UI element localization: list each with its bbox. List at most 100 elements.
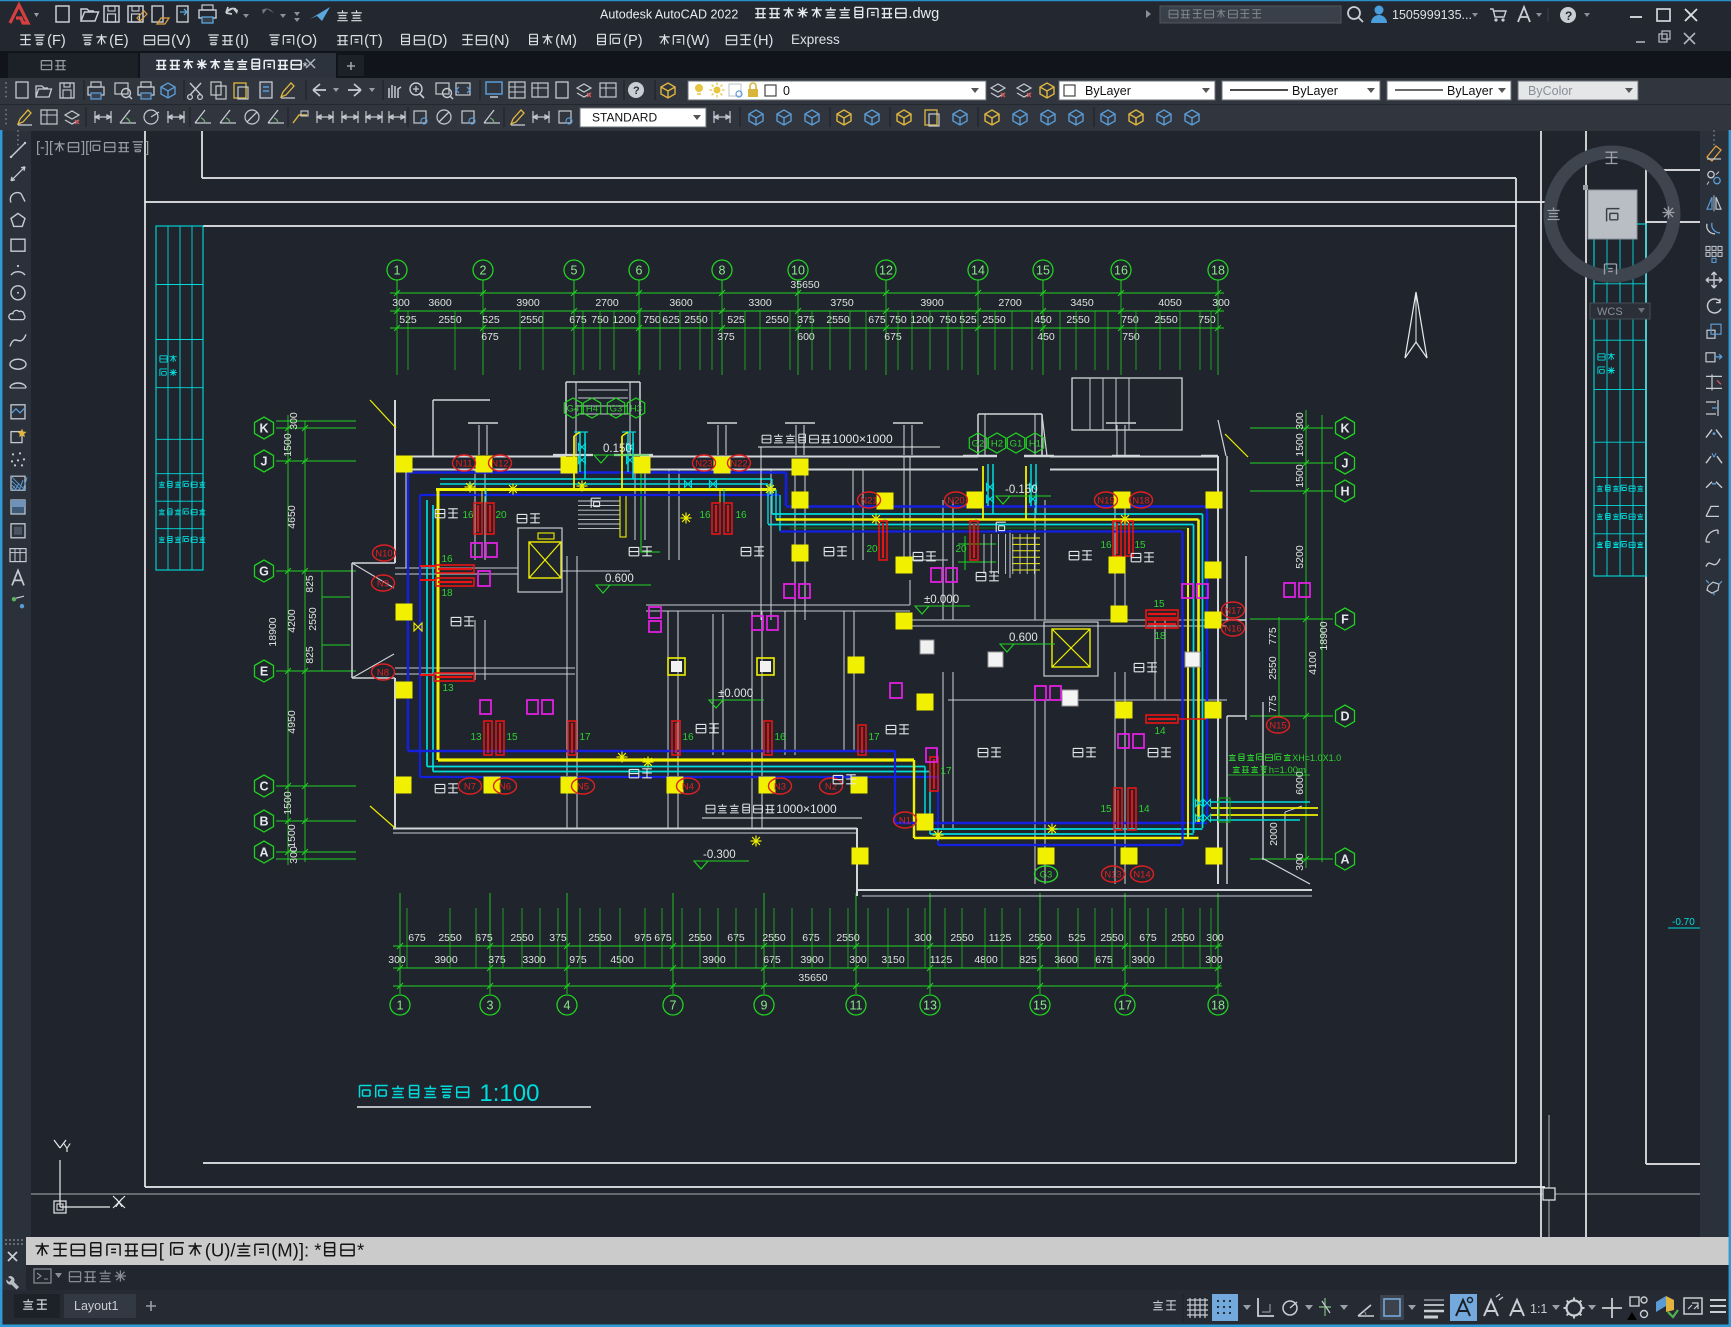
svg-text:1505999135...: 1505999135... — [1392, 8, 1472, 22]
svg-text:(P): (P) — [623, 33, 642, 49]
svg-text:D: D — [1340, 710, 1349, 724]
svg-text:300: 300 — [1294, 853, 1306, 871]
svg-text:K: K — [259, 422, 268, 436]
svg-text:(I): (I) — [235, 33, 249, 49]
svg-text:3600: 3600 — [428, 297, 452, 309]
svg-text:(O): (O) — [296, 33, 317, 49]
svg-text:N22: N22 — [730, 458, 747, 469]
svg-text:(H): (H) — [753, 33, 773, 49]
svg-text:525: 525 — [1068, 932, 1086, 944]
svg-text:375: 375 — [717, 331, 735, 343]
svg-text:825: 825 — [1019, 954, 1037, 966]
svg-text:14: 14 — [971, 264, 985, 278]
svg-text:300: 300 — [914, 932, 932, 944]
svg-text:16: 16 — [774, 732, 786, 743]
svg-text:975: 975 — [634, 932, 652, 944]
svg-text:1500: 1500 — [282, 791, 294, 815]
svg-text:[: [ — [159, 1239, 164, 1260]
svg-text:±0.000: ±0.000 — [924, 594, 959, 606]
svg-text:h=1.00m: h=1.00m — [1269, 765, 1306, 776]
svg-text:N5: N5 — [577, 781, 589, 792]
svg-text:9: 9 — [761, 999, 768, 1013]
svg-text:Autodesk AutoCAD 2022: Autodesk AutoCAD 2022 — [600, 8, 738, 22]
svg-text:N17: N17 — [1224, 605, 1241, 616]
svg-text:2700: 2700 — [998, 297, 1022, 309]
svg-text:N1: N1 — [899, 815, 911, 826]
svg-text:7: 7 — [670, 999, 677, 1013]
svg-text:(M): (M) — [555, 33, 577, 49]
svg-text:H1: H1 — [1029, 439, 1041, 450]
svg-text:Express: Express — [791, 32, 840, 47]
svg-text:G1: G1 — [1010, 439, 1023, 450]
svg-text:*: * — [357, 1239, 364, 1260]
svg-text:1500: 1500 — [282, 433, 294, 457]
svg-text:300: 300 — [1206, 932, 1224, 944]
svg-text:4100: 4100 — [1307, 651, 1319, 675]
svg-text:[-][: [-][ — [36, 140, 53, 156]
svg-text:750: 750 — [1198, 314, 1216, 326]
svg-text:][: ][ — [81, 140, 89, 156]
svg-text:450: 450 — [1034, 314, 1052, 326]
svg-text:4050: 4050 — [1158, 297, 1182, 309]
svg-text:1500: 1500 — [286, 824, 298, 848]
svg-text:N14: N14 — [1133, 869, 1150, 880]
svg-text:1:100: 1:100 — [479, 1080, 539, 1107]
svg-text:4800: 4800 — [974, 954, 998, 966]
svg-text:750: 750 — [643, 314, 661, 326]
svg-text:3600: 3600 — [669, 297, 693, 309]
svg-text:G3: G3 — [1040, 869, 1053, 880]
svg-text:8: 8 — [719, 264, 726, 278]
svg-text:N21: N21 — [860, 495, 877, 506]
svg-text:20: 20 — [495, 510, 507, 521]
svg-text:18900: 18900 — [1318, 621, 1330, 650]
svg-text:975: 975 — [569, 954, 587, 966]
svg-text:1000×1000: 1000×1000 — [776, 802, 837, 816]
svg-text:17: 17 — [940, 766, 952, 777]
svg-text:35650: 35650 — [790, 279, 819, 291]
svg-text:14: 14 — [1154, 726, 1166, 737]
svg-text:1: 1 — [397, 999, 404, 1013]
svg-text:2550: 2550 — [982, 314, 1006, 326]
svg-text:(M)]: *: (M)]: * — [271, 1239, 321, 1260]
svg-text:4650: 4650 — [286, 505, 298, 529]
svg-text:N6: N6 — [499, 781, 511, 792]
svg-text:J: J — [261, 455, 268, 469]
svg-text:G: G — [259, 565, 269, 579]
svg-text:525: 525 — [727, 314, 745, 326]
svg-text:ByLayer: ByLayer — [1292, 84, 1338, 98]
svg-text:Y: Y — [63, 1141, 71, 1155]
svg-text:2550: 2550 — [438, 314, 462, 326]
svg-text:2550: 2550 — [1267, 656, 1279, 680]
svg-text:(T): (T) — [364, 33, 383, 49]
svg-text:-0.150: -0.150 — [1005, 484, 1038, 496]
svg-text:.dwg: .dwg — [908, 6, 939, 22]
svg-text:18: 18 — [441, 588, 453, 599]
svg-text:18: 18 — [1211, 999, 1225, 1013]
svg-text:3900: 3900 — [1131, 954, 1155, 966]
svg-text:675: 675 — [884, 331, 902, 343]
svg-text:(U)/: (U)/ — [205, 1239, 237, 1260]
svg-text:ByLayer: ByLayer — [1447, 84, 1493, 98]
svg-text:2550: 2550 — [1154, 314, 1178, 326]
svg-text:15: 15 — [506, 732, 518, 743]
svg-text:N10: N10 — [375, 548, 392, 559]
svg-text:300: 300 — [288, 412, 300, 430]
svg-text:16: 16 — [699, 510, 711, 521]
svg-text:A: A — [259, 846, 268, 860]
svg-text:STANDARD: STANDARD — [592, 111, 657, 125]
svg-text:2000: 2000 — [1268, 822, 1280, 846]
svg-text:N11: N11 — [456, 458, 473, 469]
svg-text:5200: 5200 — [1294, 545, 1306, 569]
svg-text:1125: 1125 — [989, 932, 1012, 944]
svg-text:20: 20 — [866, 544, 878, 555]
svg-text:0.600: 0.600 — [1009, 632, 1038, 644]
svg-text:3150: 3150 — [881, 954, 905, 966]
svg-text:J: J — [1342, 457, 1349, 471]
svg-text:E: E — [260, 665, 268, 679]
svg-text:13: 13 — [470, 732, 482, 743]
svg-text:?: ? — [633, 85, 640, 97]
svg-text:17: 17 — [868, 732, 880, 743]
svg-text:1:1: 1:1 — [1530, 1302, 1547, 1316]
svg-text:1500: 1500 — [1294, 464, 1306, 488]
svg-text:]: ] — [145, 140, 149, 156]
